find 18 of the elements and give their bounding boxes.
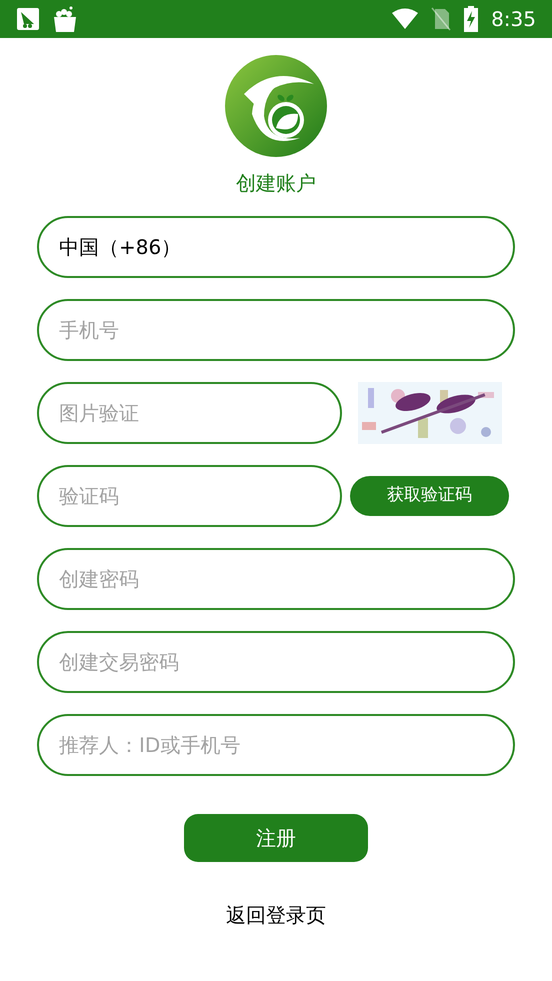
country-select[interactable]: 中国（+86） (37, 216, 515, 278)
input-field[interactable]: 创建密码 (37, 548, 515, 610)
input-field[interactable]: 创建交易密码 (37, 631, 515, 693)
code-field[interactable]: 验证码 (37, 465, 342, 527)
input-field[interactable]: 推荐人：ID或手机号 (37, 714, 515, 776)
captcha-field[interactable]: 图片验证 (37, 382, 342, 444)
app-notification-icon (16, 7, 40, 31)
wifi-icon (391, 8, 420, 30)
battery-charging-icon (463, 6, 480, 32)
no-sim-icon (431, 7, 452, 31)
logo-icon (224, 54, 328, 158)
status-time: 8:35 (491, 6, 536, 33)
register-button[interactable]: 注册 (184, 814, 368, 862)
page-title: 创建账户 (236, 170, 316, 197)
basket-icon (52, 5, 78, 33)
back-to-login-link[interactable]: 返回登录页 (226, 900, 326, 930)
get-code-button[interactable]: 获取验证码 (350, 476, 509, 516)
input-field[interactable]: 手机号 (37, 299, 515, 361)
